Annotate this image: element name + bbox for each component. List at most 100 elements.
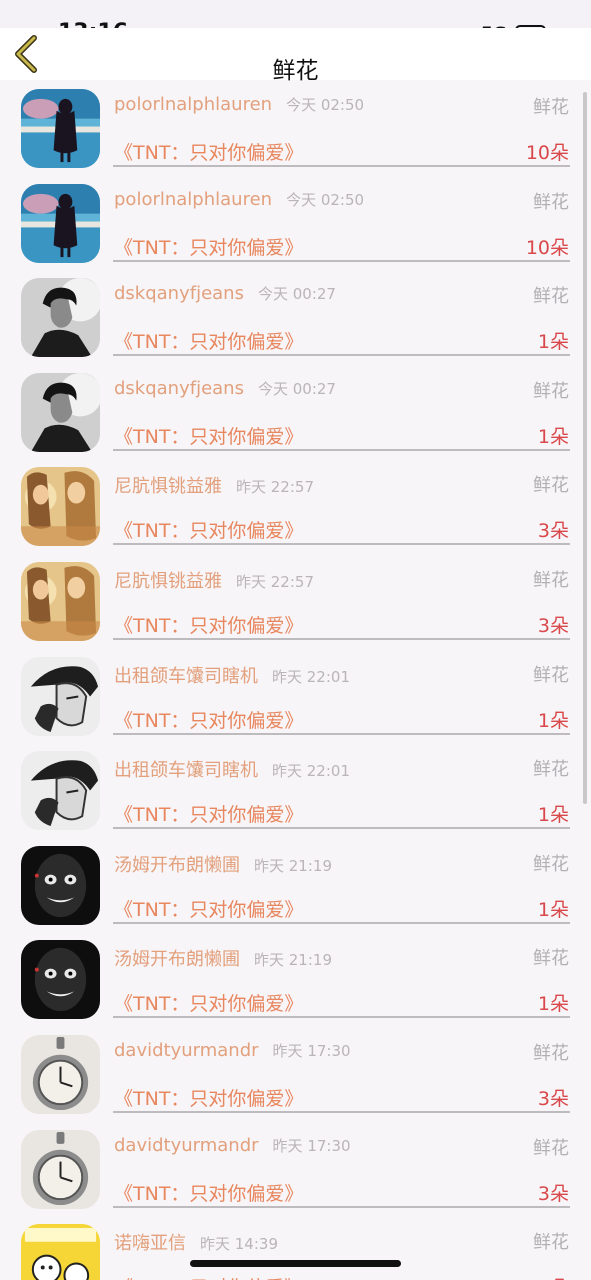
- gift-count: 1朵: [538, 1273, 569, 1280]
- divider: [113, 1016, 570, 1018]
- gift-count: 3朵: [537, 1183, 569, 1205]
- list-item[interactable]: dskqanyfjeans 今天 00:27 鲜花《TNT：只对你偏爱》 1朵: [0, 270, 591, 364]
- timestamp: 昨天 17:30: [272, 1042, 351, 1060]
- gift-type: 鲜花: [533, 759, 569, 780]
- gift-type: 鲜花: [533, 192, 569, 213]
- sender-name-text: 出租颌车馕司瞎机: [114, 760, 258, 781]
- list-item[interactable]: 出租颌车馕司瞎机 昨天 22:01 鲜花《TNT：只对你偏爱》 1朵: [0, 743, 591, 837]
- sender-name: 尼肮惧铫益雅 昨天 22:57: [114, 472, 314, 498]
- timestamp: 昨天 22:57: [236, 478, 314, 496]
- divider: [113, 733, 570, 735]
- flower-record-list[interactable]: polorlnalphlauren 今天 02:50 鲜花 《TNT：只对你偏爱》 10…: [0, 80, 591, 1280]
- list-item[interactable]: dskqanyfjeans 今天 00:27 鲜花 《TNT：只对你偏爱》 1朵: [0, 365, 591, 459]
- sender-name: 出租颌车馕司瞎机 昨天 22:01: [114, 662, 350, 688]
- list-item[interactable]: davidtyurmandr 昨天 17:30 鲜花 《TNT：只对你偏爱》 3朵: [0, 1122, 591, 1216]
- gift-type: 鲜花: [533, 1043, 569, 1064]
- sender-name-text: dskqanyfjeans: [114, 378, 244, 399]
- home-indicator[interactable]: [190, 1260, 401, 1267]
- list-item[interactable]: 出租颌车馕司瞎机 昨天 22:01 鲜花 《TNT：只对你偏爱》 1朵: [0, 649, 591, 743]
- timestamp: 昨天 14:39: [200, 1235, 278, 1253]
- timestamp: 今天 02:50: [286, 191, 365, 209]
- nav-bar: 鲜花: [0, 28, 591, 84]
- gift-type: 鲜花: [533, 854, 569, 875]
- list-item[interactable]: 尼肮惧铫益雅 昨天 22:57 鲜花 《TNT：只对你偏爱》 3朵: [0, 554, 591, 648]
- gift-type: 鲜花: [533, 1138, 569, 1159]
- sender-name-text: 诺嗨亚信: [114, 1233, 186, 1254]
- gift-type: 鲜花: [533, 286, 569, 307]
- gift-count: 1朵: [537, 804, 569, 826]
- sender-name-text: dskqanyfjeans: [114, 283, 244, 304]
- divider: [113, 638, 570, 640]
- avatar[interactable]: [21, 467, 100, 546]
- timestamp: 昨天 21:19: [254, 857, 332, 875]
- list-item[interactable]: 尼肮惧铫益雅 昨天 22:57 鲜花 《TNT：只对你偏爱》 3朵: [0, 459, 591, 553]
- avatar[interactable]: [21, 1035, 100, 1114]
- gift-title: 《TNT：只对你偏爱》: [114, 237, 304, 259]
- sender-name-text: 出租颌车馕司瞎机: [114, 666, 258, 687]
- avatar[interactable]: [21, 278, 100, 357]
- sender-name: 出租颌车馕司瞎机 昨天 22:01: [114, 756, 350, 782]
- list-item[interactable]: 汤姆开布朗懒圃 昨天 21:19 鲜花 《TNT：只对你偏爱》 1朵: [0, 932, 591, 1026]
- gift-title: 《TNT：只对你偏爱》: [114, 331, 304, 353]
- divider: [113, 827, 570, 829]
- divider: [113, 260, 570, 262]
- gift-count: 3朵: [537, 615, 569, 637]
- gift-count: 1朵: [537, 993, 569, 1015]
- sender-name-text: 汤姆开布朗懒圃: [114, 949, 240, 970]
- sender-name: davidtyurmandr 昨天 17:30: [114, 1135, 351, 1156]
- avatar[interactable]: [21, 89, 100, 168]
- timestamp: 今天 02:50: [286, 96, 365, 114]
- sender-name-text: polorlnalphlauren: [114, 189, 273, 210]
- gift-count: 10朵: [525, 237, 569, 259]
- avatar[interactable]: [21, 751, 100, 830]
- list-item[interactable]: polorlnalphlauren 今天 02:50 鲜花 《TNT：只对你偏爱》 10…: [0, 81, 591, 175]
- sender-name: 诺嗨亚信 昨天 14:39: [114, 1229, 278, 1255]
- timestamp: 昨天 21:19: [254, 951, 332, 969]
- scrollbar[interactable]: [583, 92, 587, 804]
- avatar[interactable]: [21, 184, 100, 263]
- sender-name: davidtyurmandr 昨天 17:30: [114, 1040, 351, 1061]
- gift-title: 《TNT：只对你偏爱》: [114, 615, 304, 637]
- sender-name: polorlnalphlauren 今天 02:50: [114, 189, 364, 210]
- timestamp: 昨天 22:01: [272, 668, 350, 686]
- gift-count: 1朵: [537, 899, 569, 921]
- gift-count: 1朵: [537, 710, 569, 732]
- sender-name-text: davidtyurmandr: [114, 1135, 259, 1156]
- divider: [113, 922, 570, 924]
- sender-name-text: polorlnalphlauren: [114, 94, 273, 115]
- avatar[interactable]: [21, 1130, 100, 1209]
- gift-type: 鲜花: [533, 1232, 569, 1253]
- divider: [113, 1206, 570, 1208]
- avatar[interactable]: [21, 657, 100, 736]
- gift-title: 《TNT：只对你偏爱》: [114, 142, 304, 164]
- gift-count: 1朵: [537, 426, 569, 448]
- status-bar: 13:16 5G: [0, 0, 591, 45]
- avatar[interactable]: [21, 846, 100, 925]
- divider: [113, 354, 570, 356]
- avatar[interactable]: [21, 1224, 100, 1280]
- gift-count: 1朵: [537, 331, 569, 353]
- divider: [113, 543, 570, 545]
- gift-title: 《TNT：只对你偏爱》: [114, 1273, 303, 1280]
- gift-title: 《TNT：只对你偏爱》: [114, 1088, 304, 1110]
- avatar[interactable]: [21, 562, 100, 641]
- gift-count: 10朵: [525, 142, 569, 164]
- list-item[interactable]: 诺嗨亚信昨天 14:39 鲜花《TNT：只对你偏爱》 1朵: [0, 1216, 591, 1280]
- divider: [113, 1111, 570, 1113]
- list-item[interactable]: davidtyurmandr 昨天 17:30 鲜花 《TNT：只对你偏爱》 3朵: [0, 1027, 591, 1121]
- timestamp: 今天 00:27: [257, 285, 336, 303]
- gift-title: 《TNT：只对你偏爱》: [114, 804, 304, 826]
- list-item[interactable]: 汤姆开布朗懒圃 昨天 21:19 鲜花 《TNT：只对你偏爱》 1朵: [0, 838, 591, 932]
- list-item[interactable]: polorlnalphlauren 今天 02:50 鲜花《TNT：只对你偏爱》 10…: [0, 176, 591, 270]
- avatar[interactable]: [21, 373, 100, 452]
- avatar[interactable]: [21, 940, 100, 1019]
- sender-name: 汤姆开布朗懒圃 昨天 21:19: [114, 945, 332, 971]
- gift-type: 鲜花: [533, 475, 569, 496]
- gift-title: 《TNT：只对你偏爱》: [114, 520, 304, 542]
- sender-name: 汤姆开布朗懒圃 昨天 21:19: [114, 851, 332, 877]
- divider: [113, 449, 570, 451]
- sender-name: dskqanyfjeans 今天 00:27: [114, 283, 336, 304]
- gift-type: 鲜花: [533, 570, 569, 591]
- sender-name-text: davidtyurmandr: [114, 1040, 259, 1061]
- timestamp: 今天 00:27: [257, 380, 336, 398]
